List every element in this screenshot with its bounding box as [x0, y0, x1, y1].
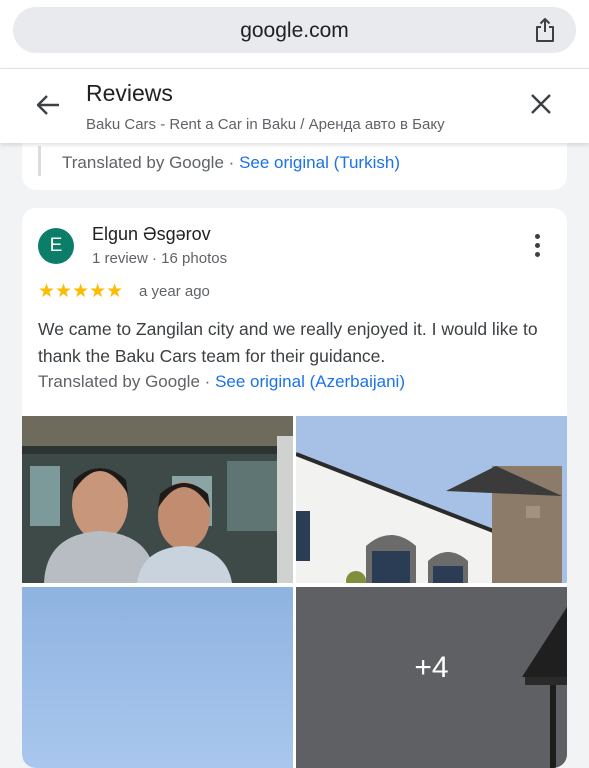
- review-photo[interactable]: [296, 416, 567, 583]
- see-original-link[interactable]: See original (Turkish): [239, 153, 400, 172]
- quote-divider: [38, 146, 41, 176]
- more-photos-tile[interactable]: +4: [296, 587, 567, 768]
- translated-by-label: Translated by Google: [38, 372, 200, 391]
- building-photo-illustration: [296, 416, 567, 583]
- selfie-photo-illustration: [22, 416, 293, 583]
- share-icon[interactable]: [532, 17, 558, 43]
- review-photo[interactable]: [22, 587, 293, 768]
- browser-toolbar: google.com: [0, 0, 589, 68]
- page-title: Reviews: [86, 80, 173, 106]
- translation-note: Translated by Google · See original (Tur…: [62, 153, 400, 173]
- separator: ·: [228, 153, 235, 172]
- review-card: E Elgun Əsgərov 1 review · 16 photos ★★★…: [22, 208, 567, 768]
- url-text[interactable]: google.com: [13, 19, 576, 43]
- review-text: We came to Zangilan city and we really e…: [38, 319, 538, 366]
- author-meta: 1 review · 16 photos: [92, 250, 228, 267]
- more-photos-count: +4: [414, 651, 449, 684]
- translated-by-label: Translated by Google: [62, 153, 224, 172]
- reviews-header: Reviews Baku Cars - Rent a Car in Baku /…: [0, 68, 589, 143]
- back-arrow-icon[interactable]: [34, 91, 62, 119]
- business-name: Baku Cars - Rent a Car in Baku / Аренда …: [86, 116, 445, 133]
- author-name[interactable]: Elgun Əsgərov: [92, 224, 211, 245]
- translation-note: Translated by Google · See original (Aze…: [38, 372, 405, 392]
- close-icon[interactable]: [529, 92, 553, 116]
- review-photo[interactable]: [22, 416, 293, 583]
- avatar[interactable]: E: [38, 228, 74, 264]
- star-rating: ★★★★★: [38, 281, 124, 302]
- separator: ·: [204, 372, 211, 391]
- review-time: a year ago: [139, 283, 210, 300]
- see-original-link[interactable]: See original (Azerbaijani): [215, 372, 405, 391]
- more-options-icon[interactable]: [535, 234, 541, 258]
- address-bar[interactable]: google.com: [13, 7, 576, 53]
